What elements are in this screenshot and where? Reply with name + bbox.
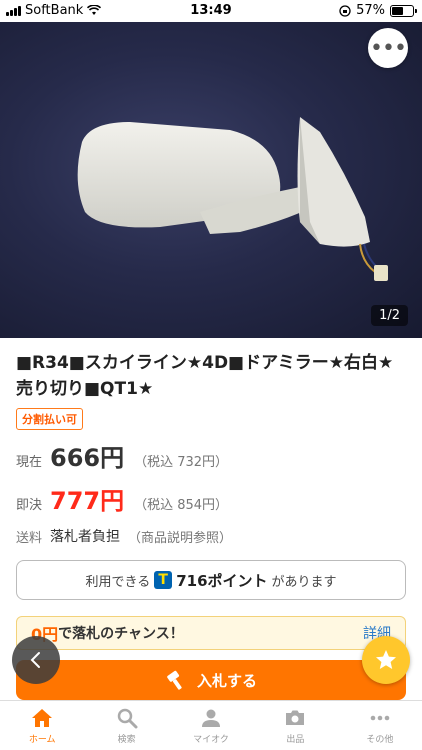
points-suffix: があります: [271, 574, 337, 590]
item-title: ■R34■スカイライン★4D■ドアミラー★右白★売り切り■QT1★: [16, 353, 394, 399]
battery-percent: 57%: [356, 3, 385, 18]
star-icon: [376, 650, 396, 669]
current-price: 666円: [50, 444, 125, 472]
current-price-tax: （税込 732円）: [134, 455, 229, 470]
shipping-note: （商品説明参照）: [128, 530, 233, 546]
item-details: ■R34■スカイライン★4D■ドアミラー★右白★売り切り■QT1★ 分割払い可 …: [0, 338, 422, 650]
tab-home[interactable]: ホーム: [0, 701, 84, 750]
status-right: 57%: [339, 3, 417, 18]
buynow-price-tax: （税込 854円）: [134, 498, 229, 513]
shipping-value: 落札者負担: [50, 529, 120, 545]
tab-label: その他: [366, 735, 394, 745]
tab-more[interactable]: その他: [338, 701, 422, 750]
installment-badge: 分割払い可: [16, 408, 83, 430]
tab-label: 検索: [117, 735, 136, 745]
search-icon: [117, 708, 138, 729]
zero-yen-chance-banner[interactable]: 0円 で落札のチャンス！ 詳細: [16, 616, 406, 650]
product-photo[interactable]: ••• 1/2: [0, 22, 422, 338]
home-icon: [32, 709, 53, 727]
more-dots-icon: [370, 715, 390, 721]
buynow-price-label: 即決: [16, 498, 43, 513]
current-price-row: 現在 666円 （税込 732円）: [16, 438, 406, 473]
bid-button-label: 入札する: [196, 671, 257, 690]
shipping-label: 送料: [16, 530, 43, 546]
chevron-left-icon: [30, 652, 40, 668]
door-mirror-image: [77, 117, 388, 281]
chance-text: で落札のチャンス！: [58, 626, 184, 642]
gavel-icon: [167, 670, 182, 690]
current-price-label: 現在: [16, 455, 43, 470]
back-button[interactable]: [12, 636, 60, 684]
battery-icon: [390, 4, 417, 17]
bid-button[interactable]: 入札する: [16, 660, 406, 700]
shipping-row: 送料 落札者負担 （商品説明参照）: [16, 526, 406, 546]
more-options-button[interactable]: •••: [368, 28, 408, 68]
tab-search[interactable]: 検索: [84, 701, 168, 750]
tab-sell[interactable]: 出品: [253, 701, 337, 750]
tab-label: 出品: [286, 735, 305, 745]
person-icon: [202, 709, 221, 727]
tab-label: マイオク: [193, 735, 229, 745]
t-point-icon: T: [154, 571, 173, 589]
image-counter: 1/2: [371, 305, 408, 326]
tab-myauction[interactable]: マイオク: [169, 701, 253, 750]
status-bar: SoftBank 13:49 57%: [0, 0, 422, 22]
tab-bar: ホーム 検索 マイオク 出品 その他: [0, 700, 422, 750]
orientation-lock-icon: [339, 4, 351, 17]
tab-label: ホーム: [28, 735, 56, 745]
camera-icon: [286, 710, 305, 725]
buynow-price-row: 即決 777円 （税込 854円）: [16, 481, 406, 516]
points-amount: 716ポイント: [176, 571, 268, 590]
buynow-price: 777円: [50, 487, 125, 515]
watchlist-button[interactable]: [362, 636, 410, 684]
points-box[interactable]: 利用できる T 716ポイント があります: [16, 560, 406, 600]
battery-fill: [392, 6, 404, 15]
points-prefix: 利用できる: [85, 574, 151, 590]
